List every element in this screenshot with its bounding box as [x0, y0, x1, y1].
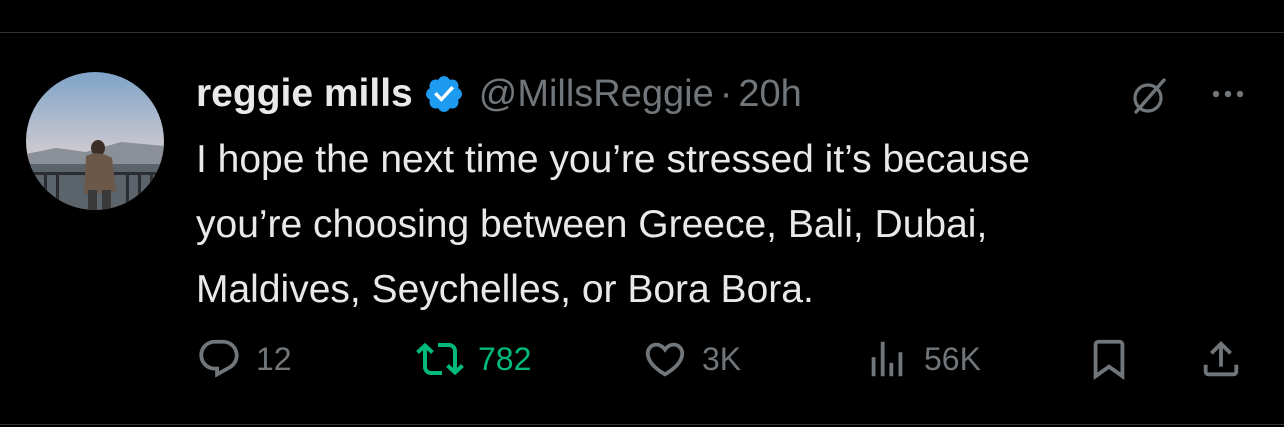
avatar[interactable]: [26, 72, 164, 210]
action-bar: 12 782 3K 56K: [196, 334, 1256, 384]
share-button[interactable]: [1198, 334, 1244, 384]
heart-icon: [642, 336, 688, 382]
display-name[interactable]: reggie mills: [196, 72, 413, 116]
bookmark-button[interactable]: [1086, 334, 1132, 384]
verified-badge-icon[interactable]: [423, 73, 465, 115]
top-divider: [0, 32, 1284, 33]
repost-count: 782: [478, 340, 532, 377]
repost-button[interactable]: 782: [416, 334, 531, 384]
like-count: 3K: [702, 340, 742, 377]
timestamp[interactable]: 20h: [738, 73, 801, 116]
grok-icon[interactable]: [1126, 74, 1170, 118]
tweet-header: reggie mills @MillsReggie · 20h: [196, 66, 802, 122]
bottom-divider: [0, 424, 1284, 425]
bookmark-icon: [1086, 336, 1132, 382]
more-icon[interactable]: [1200, 82, 1256, 106]
avatar-photo: [26, 72, 164, 210]
reply-icon: [196, 336, 242, 382]
view-count: 56K: [924, 340, 981, 377]
repost-icon: [416, 335, 464, 383]
separator-dot: ·: [719, 72, 733, 115]
views-chart-icon: [864, 336, 910, 382]
views-button[interactable]: 56K: [864, 334, 981, 384]
tweet-text: I hope the next time you’re stressed it’…: [196, 138, 1030, 311]
reply-count: 12: [256, 340, 292, 377]
reply-button[interactable]: 12: [196, 334, 292, 384]
handle[interactable]: @MillsReggie: [479, 73, 714, 116]
like-button[interactable]: 3K: [642, 334, 741, 384]
share-icon: [1198, 336, 1244, 382]
